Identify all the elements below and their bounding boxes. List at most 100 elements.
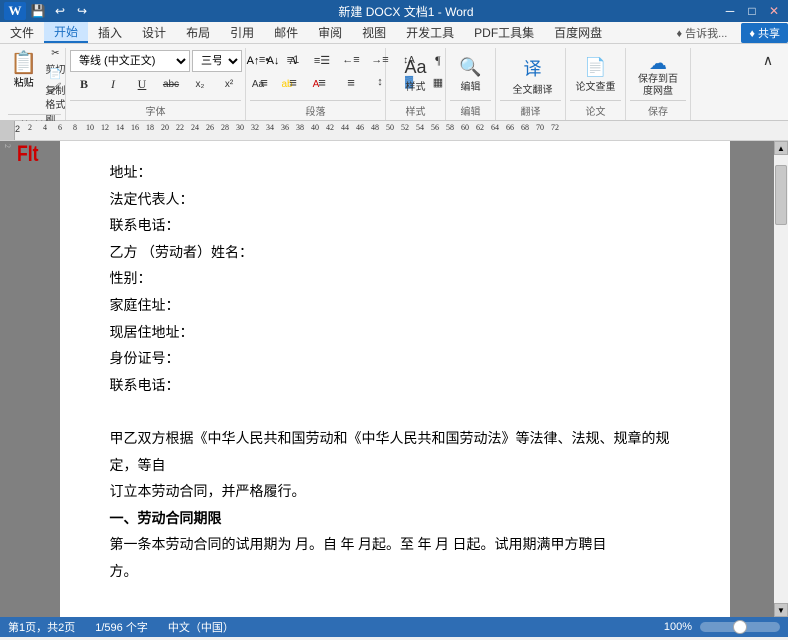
ruler-body: 2 24681012141618202224262830323436384042… bbox=[15, 121, 788, 140]
commitment-line: 订立本劳动合同，并严格履行。 bbox=[110, 480, 670, 507]
menu-review[interactable]: 审阅 bbox=[308, 22, 352, 43]
quick-redo-btn[interactable]: ↪ bbox=[72, 2, 92, 20]
menu-home[interactable]: 开始 bbox=[44, 22, 88, 43]
font-label: 字体 bbox=[70, 100, 241, 118]
address-line: 地址： bbox=[110, 161, 670, 188]
editing-button[interactable]: 🔍 编辑 bbox=[450, 50, 491, 100]
vertical-scrollbar[interactable]: ▲ ▼ bbox=[774, 141, 788, 617]
cloud-save-icon: ☁ bbox=[649, 53, 667, 74]
probation-period-line: 第一条本劳动合同的试用期为 月。自 年 月起。至 年 月 日起。试用期满甲方聘目 bbox=[110, 533, 670, 560]
paste-label: 粘贴 bbox=[14, 74, 34, 89]
zoom-thumb[interactable] bbox=[733, 620, 747, 634]
menu-file[interactable]: 文件 bbox=[0, 22, 44, 43]
decrease-indent-button[interactable]: ←≡ bbox=[337, 50, 365, 70]
menu-developer[interactable]: 开发工具 bbox=[396, 22, 464, 43]
multilevel-button[interactable]: ≡☰ bbox=[308, 50, 336, 70]
menu-view[interactable]: 视图 bbox=[352, 22, 396, 43]
styles-section: Aa 样式 样式 bbox=[386, 48, 446, 120]
editing-section: 🔍 编辑 编辑 bbox=[446, 48, 496, 120]
page-number-indicator: 2 bbox=[3, 144, 12, 148]
styles-icon: Aa bbox=[404, 57, 426, 78]
word-count: 1/596 个字 bbox=[95, 619, 148, 635]
menu-pdf-tools[interactable]: PDF工具集 bbox=[464, 22, 544, 43]
page-info: 第1页，共2页 bbox=[8, 619, 75, 635]
paragraph-label: 段落 bbox=[250, 100, 381, 118]
menu-mailings[interactable]: 邮件 bbox=[264, 22, 308, 43]
cut-icon: ✂ bbox=[51, 48, 59, 59]
paper-proofread-button[interactable]: 📄 论文查重 bbox=[568, 50, 623, 100]
scroll-track bbox=[774, 155, 788, 603]
menu-references[interactable]: 引用 bbox=[220, 22, 264, 43]
menu-design[interactable]: 设计 bbox=[132, 22, 176, 43]
font-size-selector[interactable]: 三号 bbox=[192, 50, 242, 72]
paragraph-section: ≡• ≡1 ≡☰ ←≡ →≡ ↕A ¶ ≡ ≡ ≡ ≡ ↕ ▓ ▦ bbox=[246, 48, 386, 120]
current-address-line: 现居住地址： bbox=[110, 321, 670, 348]
underline-button[interactable]: U bbox=[128, 74, 156, 94]
menu-ask[interactable]: ♦ 告诉我... bbox=[666, 23, 737, 43]
scroll-up-button[interactable]: ▲ bbox=[774, 141, 788, 155]
menu-insert[interactable]: 插入 bbox=[88, 22, 132, 43]
fit-text-label: FIt bbox=[17, 141, 39, 167]
italic-button[interactable]: I bbox=[99, 74, 127, 94]
window-title: 新建 DOCX 文档1 - Word bbox=[94, 3, 718, 20]
paper-label: 论文 bbox=[570, 100, 621, 118]
styles-label: 样式 bbox=[390, 100, 441, 118]
superscript-button[interactable]: x² bbox=[215, 74, 243, 94]
title-bar: W 💾 ↩ ↪ 新建 DOCX 文档1 - Word ─ □ ✕ bbox=[0, 0, 788, 22]
search-icon: 🔍 bbox=[459, 57, 481, 78]
translate-label: 翻译 bbox=[500, 100, 561, 118]
legal-rep-line: 法定代表人： bbox=[110, 188, 670, 215]
subscript-button[interactable]: x₂ bbox=[186, 74, 214, 94]
collapse-ribbon-button[interactable]: ∧ bbox=[754, 50, 782, 70]
align-left-button[interactable]: ≡ bbox=[250, 72, 278, 92]
maximize-btn[interactable]: □ bbox=[742, 2, 762, 20]
phone-line-2: 联系电话： bbox=[110, 374, 670, 401]
quick-save-btn[interactable]: 💾 bbox=[28, 2, 48, 20]
minimize-btn[interactable]: ─ bbox=[720, 2, 740, 20]
copy-icon: 📄 bbox=[49, 69, 61, 80]
font-section: 等线 (中文正文) 三号 A↑ A↓ A B I U abc x₂ x² bbox=[66, 48, 246, 120]
party-b-line: 乙方 （劳动者）姓名： bbox=[110, 241, 670, 268]
bold-button[interactable]: B bbox=[70, 74, 98, 94]
scroll-thumb[interactable] bbox=[775, 165, 787, 225]
quick-undo-btn[interactable]: ↩ bbox=[50, 2, 70, 20]
translate-icon: 译 bbox=[524, 55, 542, 81]
left-gutter: 2 bbox=[0, 141, 15, 617]
zoom-level: 100% bbox=[664, 621, 692, 633]
menu-layout[interactable]: 布局 bbox=[176, 22, 220, 43]
menu-baidu-pan[interactable]: 百度网盘 bbox=[544, 22, 612, 43]
paper-icon: 📄 bbox=[584, 57, 606, 78]
format-painter-icon: 🖌 bbox=[49, 83, 62, 94]
align-right-button[interactable]: ≡ bbox=[308, 72, 336, 92]
justify-button[interactable]: ≡ bbox=[337, 72, 365, 92]
clipboard-section: 📋 粘贴 ✂ 剪切 📄 复制 🖌 bbox=[4, 48, 66, 120]
zoom-slider[interactable] bbox=[700, 622, 780, 632]
save-label: 保存 bbox=[630, 100, 686, 118]
gender-line: 性别： bbox=[110, 267, 670, 294]
full-translate-button[interactable]: 译 全文翻译 bbox=[500, 50, 565, 100]
bullets-button[interactable]: ≡• bbox=[250, 50, 278, 70]
status-bar: 第1页，共2页 1/596 个字 中文（中国） 100% bbox=[0, 617, 788, 637]
font-name-selector[interactable]: 等线 (中文正文) bbox=[70, 50, 190, 72]
section-title-line: 一、劳动合同期限 bbox=[110, 507, 670, 534]
scroll-down-button[interactable]: ▼ bbox=[774, 603, 788, 617]
numbering-button[interactable]: ≡1 bbox=[279, 50, 307, 70]
home-address-line: 家庭住址： bbox=[110, 294, 670, 321]
document-page[interactable]: 地址： 法定代表人： 联系电话： 乙方 （劳动者）姓名： 性别： 家庭住址： 现… bbox=[60, 141, 730, 617]
styles-button[interactable]: Aa 样式 bbox=[390, 50, 441, 100]
language: 中文（中国） bbox=[168, 619, 234, 635]
legal-basis-line: 甲乙双方根据《中华人民共和国劳动和《中华人民共和国劳动法》等法律、法规、规章的规… bbox=[110, 427, 670, 480]
paper-section: 📄 论文查重 论文 bbox=[566, 48, 626, 120]
word-icon: W bbox=[4, 2, 26, 20]
paste-icon: 📋 bbox=[10, 52, 37, 74]
save-to-cloud-button[interactable]: ☁ 保存到百度网盘 bbox=[630, 50, 686, 100]
strikethrough-button[interactable]: abc bbox=[157, 74, 185, 94]
save-section: ☁ 保存到百度网盘 保存 bbox=[626, 48, 691, 120]
paste-button[interactable]: 📋 粘贴 bbox=[8, 50, 39, 114]
editing-label: 编辑 bbox=[450, 100, 491, 118]
close-btn[interactable]: ✕ bbox=[764, 2, 784, 20]
page-container: FIt 地址： 法定代表人： 联系电话： 乙方 （劳动者）姓名： 性别： 家庭住… bbox=[15, 141, 774, 617]
empty-line bbox=[110, 400, 670, 427]
align-center-button[interactable]: ≡ bbox=[279, 72, 307, 92]
menu-share[interactable]: ♦ 共享 bbox=[741, 23, 788, 43]
